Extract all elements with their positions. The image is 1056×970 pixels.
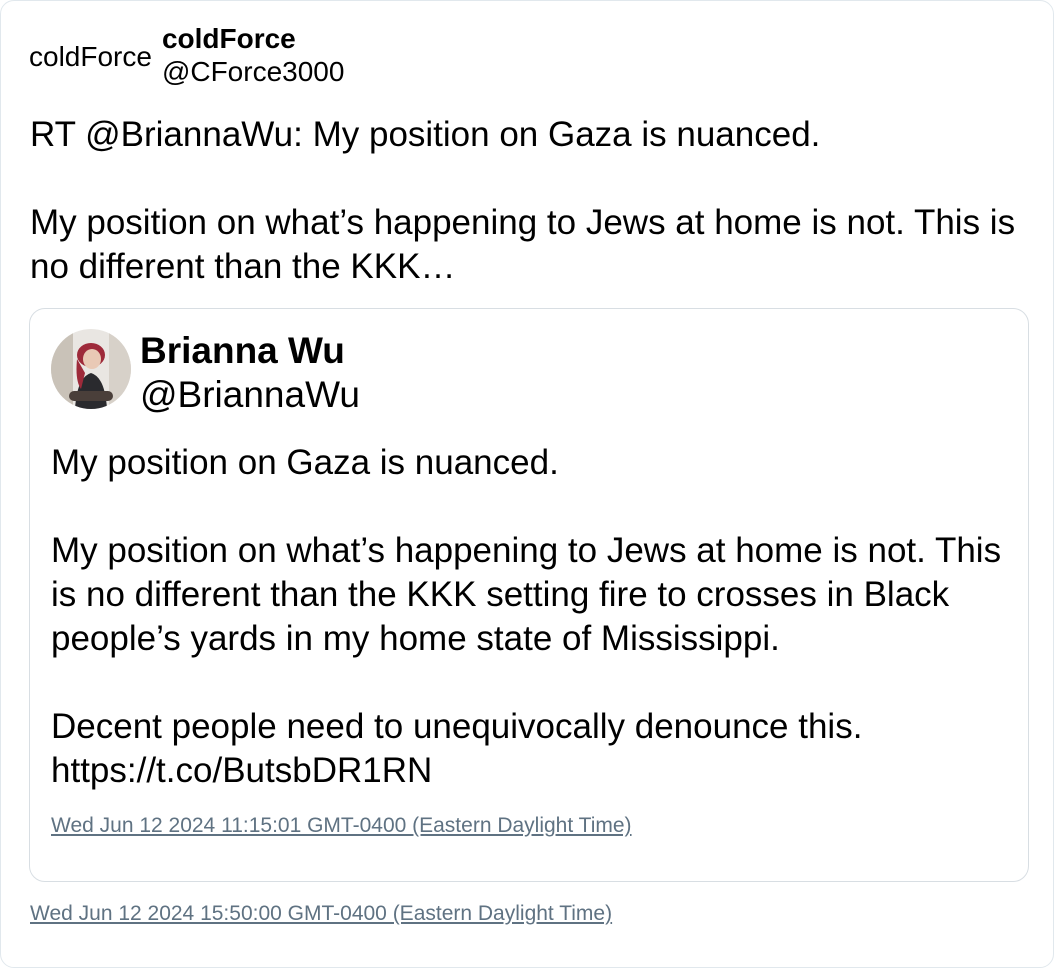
tweet-card: coldForce coldForce @CForce3000 RT @Bria… xyxy=(0,0,1054,968)
quoted-author-avatar[interactable] xyxy=(51,329,131,409)
avatar[interactable]: coldForce xyxy=(29,41,152,73)
profile-photo-icon xyxy=(51,329,131,409)
author-display-name[interactable]: coldForce xyxy=(162,23,345,55)
quoted-tweet[interactable]: Brianna Wu @BriannaWu My position on Gaz… xyxy=(29,308,1029,882)
quoted-tweet-text: My position on Gaza is nuanced. My posit… xyxy=(51,443,1002,790)
quoted-tweet-author: Brianna Wu @BriannaWu xyxy=(51,329,360,417)
quoted-author-display-name[interactable]: Brianna Wu xyxy=(140,329,360,373)
tweet-author: coldForce coldForce @CForce3000 xyxy=(29,23,344,89)
tweet-timestamp-link[interactable]: Wed Jun 12 2024 15:50:00 GMT-0400 (Easte… xyxy=(30,901,612,927)
author-handle[interactable]: @CForce3000 xyxy=(162,55,345,89)
author-names: coldForce @CForce3000 xyxy=(162,23,345,89)
quoted-author-handle[interactable]: @BriannaWu xyxy=(140,373,360,417)
quoted-tweet-timestamp-link[interactable]: Wed Jun 12 2024 11:15:01 GMT-0400 (Easte… xyxy=(51,813,632,839)
quoted-author-names: Brianna Wu @BriannaWu xyxy=(140,329,360,417)
tweet-text: RT @BriannaWu: My position on Gaza is nu… xyxy=(30,115,1016,286)
